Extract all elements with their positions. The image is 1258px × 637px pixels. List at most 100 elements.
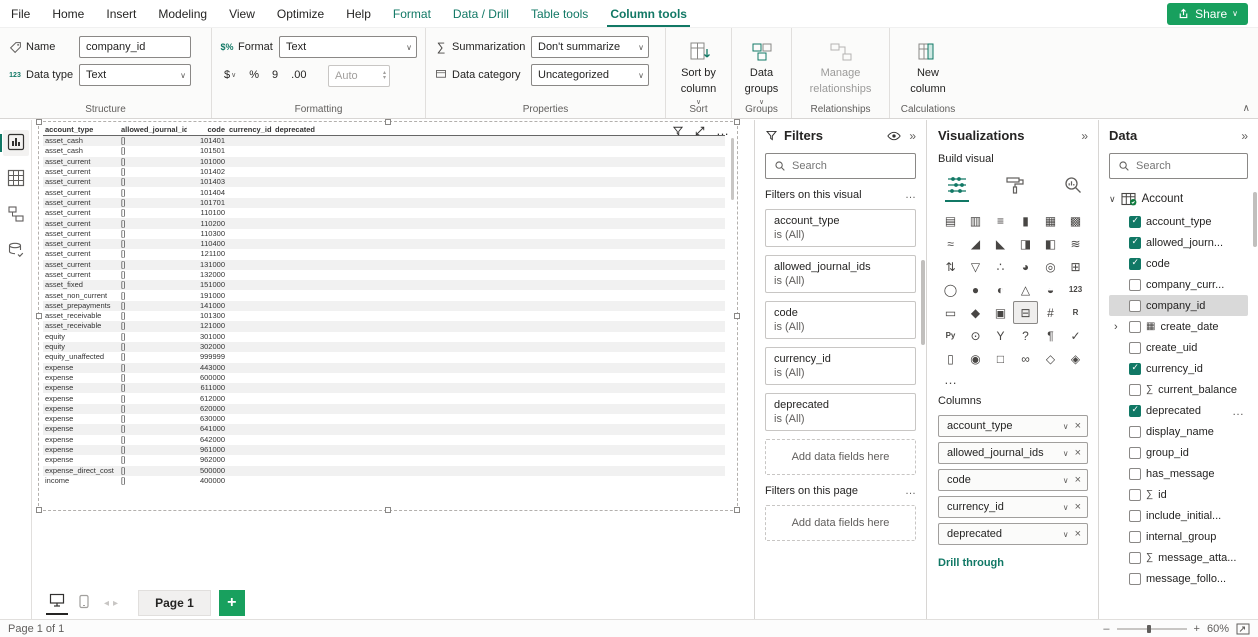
pie-chart-icon[interactable]: ◕: [1013, 255, 1038, 278]
kpi-icon[interactable]: ◆: [963, 301, 988, 324]
data-field-row[interactable]: › ∑ ▦ company_id …: [1109, 295, 1248, 316]
visual-more-options-icon[interactable]: …: [716, 126, 729, 136]
chevron-down-icon[interactable]: ∨: [1059, 422, 1073, 431]
field-checkbox[interactable]: [1129, 531, 1141, 543]
data-field-row[interactable]: › ∑ ▦ display_name …: [1109, 421, 1248, 442]
gauge-icon[interactable]: ◒: [1038, 278, 1063, 301]
data-category-dropdown[interactable]: Uncategorized ∨: [531, 64, 649, 86]
menu-tab[interactable]: Optimize: [266, 0, 335, 27]
table-view-button[interactable]: [3, 166, 29, 192]
filters-search-box[interactable]: [765, 153, 916, 179]
column-well-field[interactable]: allowed_journal_ids ∨ ×: [938, 442, 1088, 464]
data-field-row[interactable]: › ∑ ▦ deprecated …: [1109, 400, 1248, 421]
field-checkbox[interactable]: [1129, 300, 1141, 312]
sort-by-column-button[interactable]: Sort by column ∨: [674, 35, 723, 108]
chevron-down-icon[interactable]: ∨: [1059, 449, 1073, 458]
100-stacked-bar-chart-icon[interactable]: ▦: [1038, 209, 1063, 232]
menu-tab[interactable]: Help: [335, 0, 382, 27]
line-chart-icon[interactable]: ≈: [938, 232, 963, 255]
report-canvas[interactable]: … account_typeallowed_journal_idscodecur…: [32, 120, 754, 619]
zoom-slider[interactable]: [1117, 628, 1187, 630]
stacked-column-chart-icon[interactable]: ▥: [963, 209, 988, 232]
filter-card[interactable]: account_type is (All): [765, 209, 916, 247]
data-groups-button[interactable]: Data groups ∨: [740, 35, 783, 108]
azure-map-icon[interactable]: △: [1013, 278, 1038, 301]
data-field-row[interactable]: › ∑ ▦ current_balance …: [1109, 379, 1248, 400]
resize-handle[interactable]: [36, 119, 42, 125]
scatter-chart-icon[interactable]: ∴: [988, 255, 1013, 278]
remove-field-icon[interactable]: ×: [1073, 420, 1083, 432]
field-checkbox[interactable]: [1129, 237, 1141, 249]
fit-to-page-icon[interactable]: [1236, 623, 1250, 635]
filter-card[interactable]: code is (All): [765, 301, 916, 339]
field-checkbox[interactable]: [1129, 279, 1141, 291]
mobile-layout-button[interactable]: [76, 592, 92, 614]
line-and-stacked-column-chart-icon[interactable]: ◨: [1013, 232, 1038, 255]
resize-handle[interactable]: [734, 313, 740, 319]
power-automate-icon[interactable]: ∞: [1013, 347, 1038, 370]
area-chart-icon[interactable]: ◢: [963, 232, 988, 255]
paginated-report-icon[interactable]: ▯: [938, 347, 963, 370]
section-more-options-icon[interactable]: …: [905, 189, 916, 201]
collapse-pane-icon[interactable]: »: [909, 129, 916, 143]
clustered-column-chart-icon[interactable]: ▮: [1013, 209, 1038, 232]
filter-card[interactable]: deprecated is (All): [765, 393, 916, 431]
number-format-button[interactable]: .00 ∨: [287, 65, 310, 85]
column-well-field[interactable]: deprecated ∨ ×: [938, 523, 1088, 545]
model-view-button[interactable]: [3, 202, 29, 228]
donut-chart-icon[interactable]: ◎: [1038, 255, 1063, 278]
page-tab[interactable]: Page 1: [138, 590, 211, 616]
share-button[interactable]: Share ∨: [1167, 3, 1248, 25]
data-field-row[interactable]: › ∑ ▦ message_follo... …: [1109, 568, 1248, 589]
collapse-pane-icon[interactable]: »: [1081, 129, 1088, 143]
next-page-icon[interactable]: ▸: [113, 598, 118, 609]
data-field-row[interactable]: › ∑ ▦ group_id …: [1109, 442, 1248, 463]
data-field-row[interactable]: › ∑ ▦ id …: [1109, 484, 1248, 505]
chevron-down-icon[interactable]: ∨: [1059, 530, 1073, 539]
card-icon[interactable]: 123: [1063, 278, 1088, 301]
data-field-row[interactable]: › ∑ ▦ internal_group …: [1109, 526, 1248, 547]
chevron-down-icon[interactable]: ∨: [1059, 476, 1073, 485]
data-field-row[interactable]: › ∑ ▦ has_message …: [1109, 463, 1248, 484]
field-checkbox[interactable]: [1129, 447, 1141, 459]
field-checkbox[interactable]: [1129, 216, 1141, 228]
field-checkbox[interactable]: [1129, 405, 1141, 417]
get-more-visuals-icon[interactable]: …: [944, 372, 1088, 387]
decimal-places-stepper[interactable]: Auto ▴▾: [328, 65, 390, 87]
arcgis-map-icon[interactable]: ◉: [963, 347, 988, 370]
treemap-icon[interactable]: ⊞: [1063, 255, 1088, 278]
line-and-clustered-column-chart-icon[interactable]: ◧: [1038, 232, 1063, 255]
field-checkbox[interactable]: [1129, 258, 1141, 270]
report-view-button[interactable]: [3, 130, 29, 156]
resize-handle[interactable]: [734, 507, 740, 513]
zoom-out-icon[interactable]: –: [1103, 623, 1109, 635]
menu-tab[interactable]: Format: [382, 0, 442, 27]
format-dropdown[interactable]: Text ∨: [279, 36, 417, 58]
r-script-icon[interactable]: R: [1063, 301, 1088, 324]
matrix-icon[interactable]: #: [1038, 301, 1063, 324]
section-more-options-icon[interactable]: …: [905, 485, 916, 497]
multi-row-card-icon[interactable]: ▭: [938, 301, 963, 324]
previous-page-icon[interactable]: ◂: [104, 598, 109, 609]
zoom-in-icon[interactable]: +: [1194, 623, 1200, 635]
format-visual-tab[interactable]: [1000, 173, 1030, 199]
ribbon-chart-icon[interactable]: ≋: [1063, 232, 1088, 255]
data-search-box[interactable]: [1109, 153, 1248, 179]
manage-relationships-button[interactable]: Manage relationships: [800, 35, 881, 95]
filters-search-input[interactable]: [792, 160, 907, 172]
shape-map-icon[interactable]: ◐: [988, 278, 1013, 301]
data-field-row[interactable]: › ∑ ▦ message_atta... …: [1109, 547, 1248, 568]
remove-field-icon[interactable]: ×: [1073, 447, 1083, 459]
menu-tab[interactable]: Table tools: [520, 0, 599, 27]
focus-mode-icon[interactable]: [694, 125, 706, 137]
collapse-table-icon[interactable]: ∨: [1109, 194, 1116, 205]
number-format-button[interactable]: % ∨: [245, 65, 263, 85]
menu-tab[interactable]: Data / Drill: [442, 0, 520, 27]
field-checkbox[interactable]: [1129, 552, 1141, 564]
add-page-button[interactable]: +: [219, 590, 245, 616]
menu-tab[interactable]: File: [0, 0, 41, 27]
expand-hierarchy-icon[interactable]: ›: [1114, 321, 1124, 333]
field-checkbox[interactable]: [1129, 573, 1141, 585]
data-field-row[interactable]: › ∑ ▦ currency_id …: [1109, 358, 1248, 379]
field-checkbox[interactable]: [1129, 426, 1141, 438]
